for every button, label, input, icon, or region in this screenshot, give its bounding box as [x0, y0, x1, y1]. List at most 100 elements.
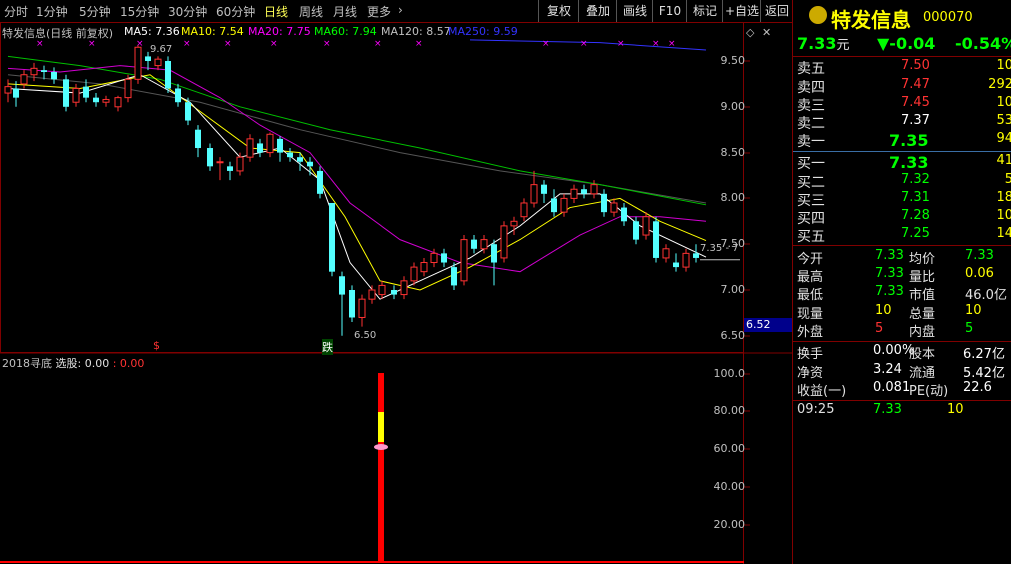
stat-value: 5	[875, 321, 884, 336]
stat-row: 最高 7.33 量比 0.06	[797, 266, 994, 285]
candle-body	[349, 290, 355, 318]
diamond-icon: ◇	[746, 26, 755, 39]
candle-body	[430, 252, 438, 264]
stat-value: 10	[875, 303, 892, 318]
period-daily[interactable]: 日线	[264, 3, 288, 20]
ma5-line	[7, 74, 707, 300]
chevron-right-icon[interactable]: ›	[398, 3, 403, 17]
draw-line-button[interactable]: 画线	[616, 0, 653, 22]
book-row[interactable]: 买三 7.31 18	[797, 190, 1011, 209]
candle-body	[307, 161, 313, 167]
price-tick: 6.50	[720, 329, 746, 342]
stat-value: 7.33	[875, 266, 904, 281]
candle-body	[642, 216, 650, 236]
book-row[interactable]: 卖一 7.35 94	[797, 131, 1011, 150]
indicator-name: 2018寻底	[2, 357, 52, 370]
candle-body	[610, 202, 618, 213]
f10-button[interactable]: F10	[652, 0, 687, 22]
candle-body	[541, 184, 547, 194]
ma10-label: MA10: 7.54	[181, 25, 244, 38]
signal-bar-highlight	[378, 412, 384, 442]
price-row: 7.33元 ▼-0.04 -0.54%	[797, 34, 1011, 53]
fund-label: 股本	[909, 347, 936, 362]
indicator-title: 2018寻底 选股: 0.00 : 0.00	[2, 355, 144, 371]
high-annotation: 9.67	[150, 44, 173, 55]
book-row[interactable]: 卖二 7.37 53	[797, 113, 1011, 132]
book-row[interactable]: 买五 7.25 14	[797, 226, 1011, 245]
book-row[interactable]: 卖四 7.47 292	[797, 77, 1011, 96]
marker-x: ×	[183, 39, 191, 49]
period-60min[interactable]: 60分钟	[216, 3, 255, 20]
candle-body	[451, 267, 457, 286]
candle-body	[83, 86, 89, 98]
ma250-label: MA250: 9.59	[448, 25, 518, 38]
candle-body	[134, 46, 142, 80]
candle-body	[216, 161, 224, 164]
signal-marker	[374, 444, 388, 450]
overlay-button[interactable]: 叠加	[578, 0, 617, 22]
candle-body	[460, 239, 468, 282]
stat-label: 市值	[909, 288, 936, 303]
period-monthly[interactable]: 月线	[333, 3, 357, 20]
coin-logo-icon	[809, 6, 827, 24]
candle-body	[145, 56, 151, 61]
book-level-label: 卖四	[797, 80, 825, 96]
moving-average-lines	[7, 39, 740, 300]
book-price: 7.28	[901, 208, 930, 223]
book-row[interactable]: 买二 7.32 5	[797, 172, 1011, 191]
price-change: ▼-0.04	[877, 34, 936, 53]
candle-body	[329, 202, 335, 272]
book-row[interactable]: 卖五 7.50 10	[797, 58, 1011, 77]
period-30min[interactable]: 30分钟	[168, 3, 207, 20]
book-price: 7.50	[901, 58, 930, 73]
candle-body	[165, 61, 171, 89]
candle-body	[368, 289, 376, 300]
candle-body	[551, 198, 557, 213]
candle-body	[175, 88, 181, 103]
candle-body	[581, 189, 587, 194]
fund-value: 6.27亿	[963, 347, 1005, 362]
candle-body	[653, 221, 659, 258]
candle-body	[491, 244, 497, 263]
period-5min[interactable]: 5分钟	[79, 3, 111, 20]
book-price: 7.35	[889, 131, 929, 150]
period-more[interactable]: 更多	[367, 3, 391, 20]
fund-label: 流通	[909, 366, 936, 381]
book-row[interactable]: 卖三 7.45 10	[797, 95, 1011, 114]
period-intraday[interactable]: 分时	[4, 3, 28, 20]
book-row[interactable]: 买一 7.33 41	[797, 153, 1011, 172]
fund-label: 净资	[797, 366, 824, 381]
book-level-label: 买五	[797, 229, 825, 245]
candles	[4, 45, 699, 336]
candle-body	[20, 74, 28, 85]
book-volume: 10	[996, 58, 1011, 73]
candle-body	[420, 262, 428, 273]
candlestick-chart[interactable]: × × × × × × × × × × × × × × ◇ ✕	[0, 22, 792, 564]
mark-button[interactable]: 标记	[686, 0, 723, 22]
top-markers: × × × × × × × × × × × × × ×	[36, 39, 676, 49]
fundamental-row: 换手 0.00% 股本 6.27亿	[797, 343, 1005, 362]
sub-tick: 80.00	[713, 404, 746, 417]
ma20-label: MA20: 7.75	[248, 25, 311, 38]
candle-body	[693, 253, 699, 258]
book-level-label: 买四	[797, 211, 825, 227]
candle-body	[662, 248, 670, 259]
add-watchlist-button[interactable]: +自选	[722, 0, 761, 22]
book-row[interactable]: 买四 7.28 10	[797, 208, 1011, 227]
stat-value: 0.06	[965, 266, 994, 281]
fund-value: 0.081	[873, 380, 911, 395]
period-1min[interactable]: 1分钟	[36, 3, 68, 20]
book-volume: 10	[996, 95, 1011, 110]
back-button[interactable]: 返回	[760, 0, 793, 22]
ma10-line	[7, 74, 707, 291]
sub-tick: 40.00	[713, 480, 746, 493]
period-15min[interactable]: 15分钟	[120, 3, 159, 20]
fund-label: 收益(一)	[797, 384, 847, 399]
period-weekly[interactable]: 周线	[299, 3, 323, 20]
candle-body	[93, 97, 99, 103]
restore-rights-button[interactable]: 复权	[538, 0, 579, 22]
ma20-line	[7, 65, 707, 273]
indicator-select: 选股: 0.00	[55, 357, 110, 370]
stat-label: 今开	[797, 252, 824, 267]
candle-body	[287, 152, 293, 158]
